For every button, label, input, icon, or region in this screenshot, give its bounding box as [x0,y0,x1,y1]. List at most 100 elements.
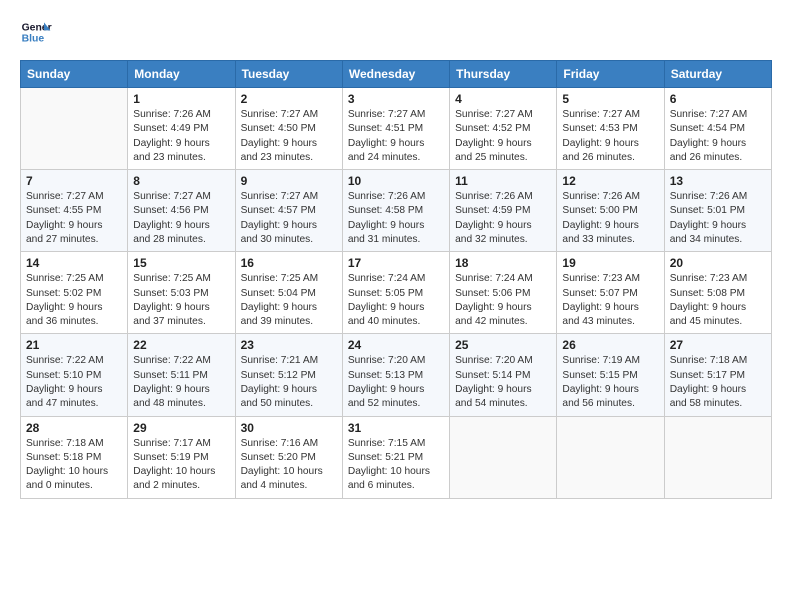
weekday-header-tuesday: Tuesday [235,61,342,88]
day-number: 21 [26,338,122,352]
day-info: Sunrise: 7:26 AMSunset: 5:00 PMDaylight:… [562,190,658,247]
day-info: Sunrise: 7:21 AMSunset: 5:12 PMDaylight:… [241,354,337,411]
day-info: Sunrise: 7:24 AMSunset: 5:06 PMDaylight:… [455,272,551,329]
week-row-1: 1Sunrise: 7:26 AMSunset: 4:49 PMDaylight… [21,88,772,170]
calendar-cell: 30 Sunrise: 7:16 AMSunset: 5:20 PMDayligh… [235,416,342,498]
day-info: Sunrise: 7:26 AMSunset: 4:59 PMDaylight:… [455,190,551,247]
calendar-cell: 23 Sunrise: 7:21 AMSunset: 5:12 PMDayligh… [235,334,342,416]
day-info: Sunrise: 7:18 AMSunset: 5:17 PMDaylight:… [670,354,766,411]
day-info: Sunrise: 7:25 AMSunset: 5:04 PMDaylight:… [241,272,337,329]
day-info: Sunrise: 7:20 AMSunset: 5:13 PMDaylight:… [348,354,444,411]
calendar-cell: 16 Sunrise: 7:25 AMSunset: 5:04 PMDayligh… [235,252,342,334]
day-number: 2 [241,92,337,106]
day-number: 6 [670,92,766,106]
weekday-header-sunday: Sunday [21,61,128,88]
calendar-cell: 24 Sunrise: 7:20 AMSunset: 5:13 PMDayligh… [342,334,449,416]
calendar-cell: 25 Sunrise: 7:20 AMSunset: 5:14 PMDayligh… [450,334,557,416]
calendar-cell: 17 Sunrise: 7:24 AMSunset: 5:05 PMDayligh… [342,252,449,334]
day-number: 4 [455,92,551,106]
week-row-5: 28 Sunrise: 7:18 AMSunset: 5:18 PMDayligh… [21,416,772,498]
day-info: Sunrise: 7:18 AMSunset: 5:18 PMDaylight:… [26,437,122,494]
day-info: Sunrise: 7:22 AMSunset: 5:10 PMDaylight:… [26,354,122,411]
day-number: 15 [133,256,229,270]
day-number: 29 [133,421,229,435]
calendar-cell: 28 Sunrise: 7:18 AMSunset: 5:18 PMDayligh… [21,416,128,498]
day-number: 18 [455,256,551,270]
calendar-cell: 12 Sunrise: 7:26 AMSunset: 5:00 PMDayligh… [557,170,664,252]
day-number: 16 [241,256,337,270]
day-number: 7 [26,174,122,188]
day-info: Sunrise: 7:27 AMSunset: 4:55 PMDaylight:… [26,190,122,247]
day-info: Sunrise: 7:25 AMSunset: 5:03 PMDaylight:… [133,272,229,329]
day-number: 12 [562,174,658,188]
day-number: 27 [670,338,766,352]
calendar-cell: 10 Sunrise: 7:26 AMSunset: 4:58 PMDayligh… [342,170,449,252]
calendar-cell: 29Sunrise: 7:17 AMSunset: 5:19 PMDayligh… [128,416,235,498]
day-number: 13 [670,174,766,188]
day-info: Sunrise: 7:23 AMSunset: 5:07 PMDaylight:… [562,272,658,329]
day-info: Sunrise: 7:20 AMSunset: 5:14 PMDaylight:… [455,354,551,411]
day-number: 30 [241,421,337,435]
day-number: 22 [133,338,229,352]
day-info: Sunrise: 7:27 AMSunset: 4:56 PMDaylight:… [133,190,229,247]
weekday-header-saturday: Saturday [664,61,771,88]
day-info: Sunrise: 7:27 AMSunset: 4:57 PMDaylight:… [241,190,337,247]
calendar-cell: 8 Sunrise: 7:27 AMSunset: 4:56 PMDaylight… [128,170,235,252]
calendar-cell: 9 Sunrise: 7:27 AMSunset: 4:57 PMDaylight… [235,170,342,252]
day-number: 14 [26,256,122,270]
day-info: Sunrise: 7:24 AMSunset: 5:05 PMDaylight:… [348,272,444,329]
day-info: Sunrise: 7:27 AMSunset: 4:54 PMDaylight:… [670,108,766,165]
weekday-header-monday: Monday [128,61,235,88]
calendar-cell: 27 Sunrise: 7:18 AMSunset: 5:17 PMDayligh… [664,334,771,416]
day-number: 24 [348,338,444,352]
calendar-cell [450,416,557,498]
calendar-cell: 1Sunrise: 7:26 AMSunset: 4:49 PMDaylight… [128,88,235,170]
calendar-cell: 31 Sunrise: 7:15 AMSunset: 5:21 PMDayligh… [342,416,449,498]
day-info: Sunrise: 7:26 AMSunset: 4:58 PMDaylight:… [348,190,444,247]
day-info: Sunrise: 7:27 AMSunset: 4:53 PMDaylight:… [562,108,658,165]
day-number: 23 [241,338,337,352]
day-number: 20 [670,256,766,270]
calendar-cell: 18 Sunrise: 7:24 AMSunset: 5:06 PMDayligh… [450,252,557,334]
calendar-cell [557,416,664,498]
calendar-cell: 15 Sunrise: 7:25 AMSunset: 5:03 PMDayligh… [128,252,235,334]
day-number: 11 [455,174,551,188]
calendar-cell: 14 Sunrise: 7:25 AMSunset: 5:02 PMDayligh… [21,252,128,334]
day-info: Sunrise: 7:26 AMSunset: 5:01 PMDaylight:… [670,190,766,247]
day-number: 3 [348,92,444,106]
day-info: Sunrise: 7:27 AMSunset: 4:52 PMDaylight:… [455,108,551,165]
weekday-header-friday: Friday [557,61,664,88]
day-info: Sunrise: 7:16 AMSunset: 5:20 PMDaylight:… [241,437,337,494]
week-row-3: 14 Sunrise: 7:25 AMSunset: 5:02 PMDayligh… [21,252,772,334]
calendar-cell: 21 Sunrise: 7:22 AMSunset: 5:10 PMDayligh… [21,334,128,416]
day-info: Sunrise: 7:15 AMSunset: 5:21 PMDaylight:… [348,437,444,494]
week-row-2: 7 Sunrise: 7:27 AMSunset: 4:55 PMDaylight… [21,170,772,252]
day-number: 5 [562,92,658,106]
day-info: Sunrise: 7:26 AMSunset: 4:49 PMDaylight:… [133,108,229,165]
calendar-cell: 13 Sunrise: 7:26 AMSunset: 5:01 PMDayligh… [664,170,771,252]
week-row-4: 21 Sunrise: 7:22 AMSunset: 5:10 PMDayligh… [21,334,772,416]
day-info: Sunrise: 7:25 AMSunset: 5:02 PMDaylight:… [26,272,122,329]
day-number: 9 [241,174,337,188]
day-number: 19 [562,256,658,270]
svg-text:Blue: Blue [22,34,45,45]
weekday-header-row: SundayMondayTuesdayWednesdayThursdayFrid… [21,61,772,88]
day-number: 28 [26,421,122,435]
weekday-header-wednesday: Wednesday [342,61,449,88]
calendar-cell: 3 Sunrise: 7:27 AMSunset: 4:51 PMDaylight… [342,88,449,170]
calendar-cell: 2 Sunrise: 7:27 AMSunset: 4:50 PMDaylight… [235,88,342,170]
calendar-cell: 19 Sunrise: 7:23 AMSunset: 5:07 PMDayligh… [557,252,664,334]
day-info: Sunrise: 7:27 AMSunset: 4:50 PMDaylight:… [241,108,337,165]
day-info: Sunrise: 7:27 AMSunset: 4:51 PMDaylight:… [348,108,444,165]
day-number: 17 [348,256,444,270]
day-number: 25 [455,338,551,352]
day-info: Sunrise: 7:22 AMSunset: 5:11 PMDaylight:… [133,354,229,411]
logo: General Blue [20,16,56,48]
day-info: Sunrise: 7:23 AMSunset: 5:08 PMDaylight:… [670,272,766,329]
calendar-table: SundayMondayTuesdayWednesdayThursdayFrid… [20,60,772,499]
day-number: 31 [348,421,444,435]
logo-icon: General Blue [20,16,52,48]
day-number: 10 [348,174,444,188]
calendar-cell: 26Sunrise: 7:19 AMSunset: 5:15 PMDayligh… [557,334,664,416]
day-number: 8 [133,174,229,188]
